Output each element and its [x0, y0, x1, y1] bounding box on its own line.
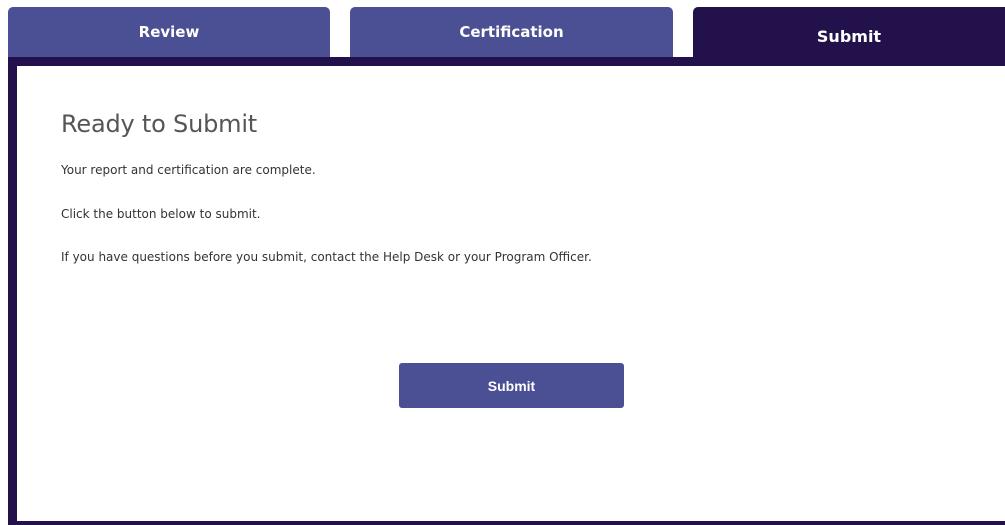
status-message: Your report and certification are comple…: [61, 163, 316, 177]
submit-panel-content: Ready to Submit Your report and certific…: [17, 66, 1005, 521]
tab-submit-label: Submit: [816, 26, 882, 46]
tab-review[interactable]: Review: [8, 7, 330, 57]
tab-review-label: Review: [138, 23, 200, 41]
tab-certification-label: Certification: [459, 23, 564, 41]
instruction-message: Click the button below to submit.: [61, 207, 261, 221]
submit-panel: Ready to Submit Your report and certific…: [8, 57, 1005, 525]
tab-certification[interactable]: Certification: [350, 7, 673, 57]
page-title: Ready to Submit: [61, 110, 257, 138]
submit-button[interactable]: Submit: [399, 363, 624, 408]
help-message: If you have questions before you submit,…: [61, 250, 592, 264]
